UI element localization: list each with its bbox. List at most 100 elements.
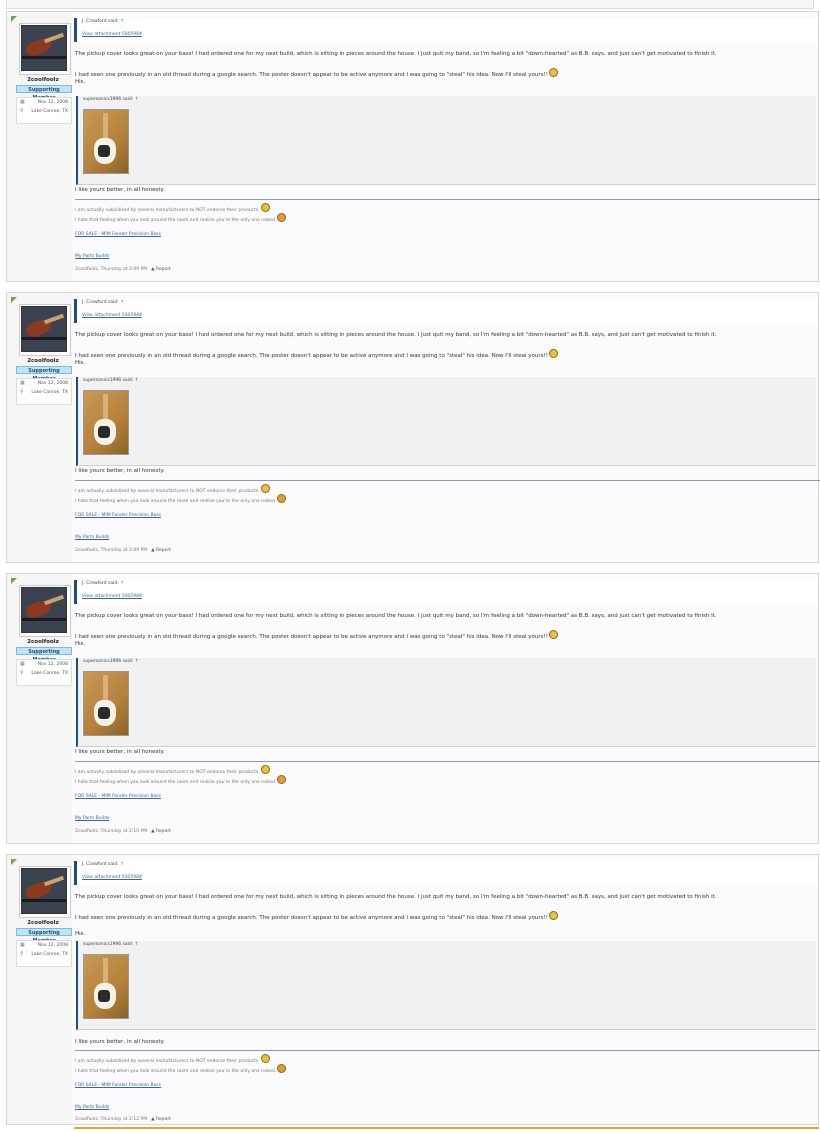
warning-icon: ▲ xyxy=(151,548,155,553)
message-line: The pickup cover looks great on your bas… xyxy=(75,894,717,900)
message-line: The pickup cover looks great on your bas… xyxy=(75,51,717,57)
report-link[interactable]: ▲ Report xyxy=(151,548,171,553)
username[interactable]: 2coolfoolz xyxy=(15,77,71,83)
report-label: Report xyxy=(156,1117,171,1122)
avatar[interactable] xyxy=(19,23,71,75)
signature-text: I am actually subsidized by several manu… xyxy=(75,770,260,775)
report-label: Report xyxy=(156,267,171,272)
quote-jump-link[interactable]: ↑ xyxy=(120,581,124,586)
username[interactable]: 2coolfoolz xyxy=(15,639,71,645)
signature-link-parts-builds[interactable]: My Parts Builds xyxy=(75,816,109,821)
attachment-link[interactable]: View attachment 5005984 xyxy=(82,594,142,599)
attachment-link[interactable]: View attachment 5005984 xyxy=(82,313,142,318)
attachment-link[interactable]: View attachment 5005984 xyxy=(82,875,142,880)
signature-text: I hate that feeling when you look around… xyxy=(75,218,277,223)
calendar-icon: ▦ xyxy=(20,661,25,667)
map-pin-icon: ⚲ xyxy=(20,951,24,957)
signature-link-for-sale[interactable]: FOR SALE - MIM Fender Precision Bass xyxy=(75,232,161,237)
post-author-time[interactable]: 2coolfoolz, Thursday at 2:12 PM xyxy=(75,1117,147,1122)
quote-author: J. Crawford said: xyxy=(82,581,119,586)
message-text: I had seen one previously in an old thre… xyxy=(75,634,548,640)
post-author-time[interactable]: 2coolfoolz, Thursday at 2:09 PM xyxy=(75,548,147,553)
avatar[interactable] xyxy=(19,304,71,356)
member-badge: Supporting Member xyxy=(16,647,72,663)
quote-block: J. Crawford said: ↑ View attachment 5005… xyxy=(74,18,817,42)
signature-divider xyxy=(75,199,820,200)
nested-quote-jump-link[interactable]: ↑ xyxy=(135,659,139,664)
post-meta: 2coolfoolz, Thursday at 2:12 PM ▲ Report xyxy=(75,1117,171,1122)
avatar-image xyxy=(21,868,67,914)
message-line: His. xyxy=(75,931,86,937)
signature-link-parts-builds[interactable]: My Parts Builds xyxy=(75,254,109,259)
nested-quote-jump-link[interactable]: ↑ xyxy=(135,942,139,947)
attachment-link[interactable]: View attachment 5005984 xyxy=(82,32,142,37)
signature-text: I am actually subsidized by several manu… xyxy=(75,208,260,213)
quote-jump-link[interactable]: ↑ xyxy=(120,19,124,24)
signature-text: I hate that feeling when you look around… xyxy=(75,1069,277,1074)
smiley-icon xyxy=(548,349,558,358)
location: Lake Conroe, TX xyxy=(31,671,68,676)
nested-quote-author: supersonics1996 said: xyxy=(83,942,134,947)
message-line: I had seen one previously in an old thre… xyxy=(75,68,558,79)
member-badge: Supporting Member xyxy=(16,85,72,101)
signature-link-for-sale[interactable]: FOR SALE - MIM Fender Precision Bass xyxy=(75,513,161,518)
quote-jump-link[interactable]: ↑ xyxy=(120,300,124,305)
join-date: Nov 12, 2008 xyxy=(37,943,68,948)
post: 2coolfoolz Supporting Member ▦ Nov 12, 20… xyxy=(6,854,820,1125)
smiley-icon xyxy=(260,765,270,774)
reply-text: I like yours better, in all honesty. xyxy=(75,187,165,193)
smiley-icon xyxy=(548,911,558,920)
next-post-accent-bar xyxy=(74,1127,819,1129)
quote-header: J. Crawford said: ↑ xyxy=(82,581,124,586)
post-author-time[interactable]: 2coolfoolz, Thursday at 2:09 PM xyxy=(75,267,147,272)
signature-line: I hate that feeling when you look around… xyxy=(75,775,287,786)
guitar-thumbnail[interactable] xyxy=(83,954,129,1019)
guitar-thumbnail[interactable] xyxy=(83,109,129,174)
calendar-icon: ▦ xyxy=(20,380,25,386)
signature-link-parts-builds[interactable]: My Parts Builds xyxy=(75,535,109,540)
avatar[interactable] xyxy=(19,866,71,918)
calendar-icon: ▦ xyxy=(20,942,25,948)
message-text: I had seen one previously in an old thre… xyxy=(75,72,548,78)
message-line: His. xyxy=(75,360,86,366)
nested-quote-jump-link[interactable]: ↑ xyxy=(135,97,139,102)
signature-link-for-sale[interactable]: FOR SALE - MIM Fender Precision Bass xyxy=(75,1083,161,1088)
guitar-thumbnail[interactable] xyxy=(83,671,129,736)
join-date: Nov 12, 2008 xyxy=(37,662,68,667)
signature-line: I hate that feeling when you look around… xyxy=(75,1064,287,1075)
report-link[interactable]: ▲ Report xyxy=(151,267,171,272)
quote-header: J. Crawford said: ↑ xyxy=(82,19,124,24)
user-info: ▦ Nov 12, 2008 ⚲ Lake Conroe, TX xyxy=(16,940,72,967)
nested-quote-jump-link[interactable]: ↑ xyxy=(135,378,139,383)
smiley-icon xyxy=(548,68,558,77)
report-link[interactable]: ▲ Report xyxy=(151,1117,171,1122)
avatar-image xyxy=(21,25,67,71)
post: 2coolfoolz Supporting Member ▦ Nov 12, 20… xyxy=(6,11,820,282)
avatar[interactable] xyxy=(19,585,71,637)
post-meta: 2coolfoolz, Thursday at 2:10 PM ▲ Report xyxy=(75,829,171,834)
guitar-thumbnail[interactable] xyxy=(83,390,129,455)
user-info: ▦ Nov 12, 2008 ⚲ Lake Conroe, TX xyxy=(16,659,72,686)
warning-icon: ▲ xyxy=(151,829,155,834)
nested-quote-header: supersonics1996 said: ↑ xyxy=(83,942,139,947)
member-badge: Supporting Member xyxy=(16,928,72,944)
message-line: I had seen one previously in an old thre… xyxy=(75,630,558,641)
post-author-time[interactable]: 2coolfoolz, Thursday at 2:10 PM xyxy=(75,829,147,834)
signature-link-for-sale[interactable]: FOR SALE - MIM Fender Precision Bass xyxy=(75,794,161,799)
username[interactable]: 2coolfoolz xyxy=(15,920,71,926)
warning-icon: ▲ xyxy=(151,1117,155,1122)
signature-text: I hate that feeling when you look around… xyxy=(75,499,277,504)
quote-block: J. Crawford said: ↑ View attachment 5005… xyxy=(74,299,817,323)
quote-block: J. Crawford said: ↑ View attachment 5005… xyxy=(74,861,817,885)
report-label: Report xyxy=(156,829,171,834)
message-line: The pickup cover looks great on your bas… xyxy=(75,613,717,619)
username[interactable]: 2coolfoolz xyxy=(15,358,71,364)
message-line: His. xyxy=(75,79,86,85)
quote-header: J. Crawford said: ↑ xyxy=(82,862,124,867)
signature-divider xyxy=(75,1050,820,1051)
report-link[interactable]: ▲ Report xyxy=(151,829,171,834)
signature-line: I hate that feeling when you look around… xyxy=(75,494,287,505)
signature-link-parts-builds[interactable]: My Parts Builds xyxy=(75,1105,109,1110)
avatar-image xyxy=(21,306,67,352)
quote-jump-link[interactable]: ↑ xyxy=(120,862,124,867)
